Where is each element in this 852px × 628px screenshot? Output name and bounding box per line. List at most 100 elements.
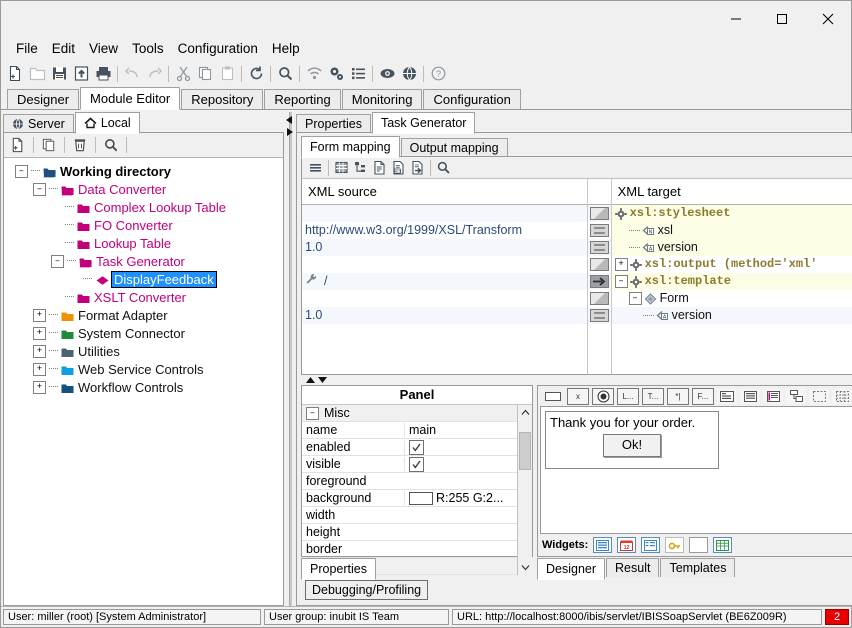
tab-reporting[interactable]: Reporting [264, 89, 340, 109]
tab-form-mapping[interactable]: Form mapping [301, 136, 400, 158]
tab-properties-bottom[interactable]: Properties [301, 558, 376, 580]
tab-server[interactable]: Server [3, 114, 74, 133]
cut-icon[interactable] [172, 63, 194, 85]
refresh-icon[interactable] [245, 63, 267, 85]
vertical-splitter[interactable] [284, 112, 296, 606]
module-tree[interactable]: –Working directory–Data ConverterComplex… [4, 158, 283, 605]
color-swatch[interactable] [409, 492, 433, 505]
status-badge[interactable]: 2 [825, 609, 849, 625]
expand-expander-icon[interactable]: + [615, 258, 628, 271]
tree-item-working-directory[interactable]: –Working directory [9, 162, 283, 180]
property-row[interactable]: width [302, 507, 517, 524]
mapping-indicator-rows[interactable] [588, 205, 611, 374]
horizontal-splitter[interactable] [301, 375, 852, 385]
xml-target-row[interactable]: Nxsl [612, 222, 852, 239]
table-widget-icon[interactable] [763, 389, 783, 404]
property-row[interactable]: visible [302, 456, 517, 473]
key-widget-icon[interactable] [665, 537, 684, 553]
debugging-profiling-button[interactable]: Debugging/Profiling [305, 580, 428, 600]
grid-layout-icon[interactable] [832, 389, 852, 404]
mapping-blank-button[interactable] [590, 258, 609, 271]
mapping-indicator-cell[interactable] [588, 290, 611, 307]
tree-item-xslt-converter[interactable]: XSLT Converter [9, 288, 283, 306]
search-icon[interactable] [100, 134, 122, 156]
textarea-widget-icon[interactable] [717, 389, 737, 404]
property-row[interactable]: foreground [302, 473, 517, 490]
mapping-lines-button[interactable] [590, 224, 609, 237]
ok-button[interactable]: Ok! [603, 434, 661, 457]
tab-configuration[interactable]: Configuration [423, 89, 520, 109]
property-row[interactable]: namemain [302, 422, 517, 439]
maximize-button[interactable] [759, 1, 805, 37]
properties-group-row[interactable]: –Misc [302, 405, 517, 422]
tree-structure-icon[interactable] [351, 158, 370, 177]
import-document-icon[interactable] [408, 158, 427, 177]
tree-item-format-adapter[interactable]: +Format Adapter [9, 306, 283, 324]
mapping-lines-button[interactable] [590, 241, 609, 254]
property-value[interactable] [404, 457, 517, 472]
expand-expander-icon[interactable]: + [33, 309, 46, 322]
table-widget-icon[interactable] [713, 537, 732, 553]
scroll-thumb[interactable] [519, 432, 531, 470]
document-icon[interactable] [370, 158, 389, 177]
xml-source-row[interactable]: 1.0 [302, 307, 587, 324]
tab-output-mapping[interactable]: Output mapping [401, 138, 508, 157]
file-widget-icon[interactable]: F... [692, 388, 714, 405]
open-folder-icon[interactable] [26, 63, 48, 85]
xml-target-row[interactable]: +xsl:output (method='xml' [612, 256, 852, 273]
delete-trash-icon[interactable] [69, 134, 91, 156]
paste-icon[interactable] [216, 63, 238, 85]
tab-result[interactable]: Result [606, 558, 659, 577]
menu-lines-icon[interactable] [306, 158, 325, 177]
xml-target-row[interactable]: Aversion [612, 239, 852, 256]
tab-module-editor[interactable]: Module Editor [80, 87, 180, 110]
tree-item-displayfeedback[interactable]: DisplayFeedback [9, 270, 283, 288]
tree-item-workflow-controls[interactable]: +Workflow Controls [9, 378, 283, 396]
textfield-widget-icon[interactable] [689, 537, 708, 553]
layout-widget-icon[interactable] [786, 389, 806, 404]
xml-target-rows[interactable]: xsl:stylesheetNxslAversion+xsl:output (m… [612, 205, 852, 374]
new-document-icon[interactable] [4, 63, 26, 85]
tree-item-web-service-controls[interactable]: +Web Service Controls [9, 360, 283, 378]
mapping-indicator-cell[interactable] [588, 307, 611, 324]
settings-gears-icon[interactable] [325, 63, 347, 85]
watch-eye-icon[interactable] [376, 63, 398, 85]
save-icon[interactable] [48, 63, 70, 85]
checkbox-widget-icon[interactable]: x [567, 388, 589, 405]
designer-canvas[interactable]: Thank you for your order. Ok! [540, 406, 852, 534]
freeform-layout-icon[interactable] [809, 389, 829, 404]
tab-monitoring[interactable]: Monitoring [342, 89, 423, 109]
mapping-blank-button[interactable] [590, 292, 609, 305]
checkbox[interactable] [409, 457, 424, 472]
xml-target-row[interactable]: xsl:stylesheet [612, 205, 852, 222]
tab-local[interactable]: Local [75, 112, 140, 134]
property-row[interactable]: backgroundR:255 G:2... [302, 490, 517, 507]
help-icon[interactable]: ? [427, 63, 449, 85]
menu-item-help[interactable]: Help [265, 39, 307, 58]
tree-item-fo-converter[interactable]: FO Converter [9, 216, 283, 234]
property-row[interactable]: enabled [302, 439, 517, 456]
scroll-up-arrow-icon[interactable] [518, 405, 533, 420]
mapping-indicator-cell[interactable] [588, 239, 611, 256]
mapping-indicator-cell[interactable] [588, 205, 611, 222]
xml-target-row[interactable]: Aversion [612, 307, 852, 324]
collapse-expander-icon[interactable]: – [629, 292, 642, 305]
property-value[interactable] [404, 440, 517, 455]
globe-icon[interactable] [398, 63, 420, 85]
xml-source-row[interactable]: 1.0 [302, 239, 587, 256]
mapping-indicator-cell[interactable] [588, 273, 611, 290]
collapse-expander-icon[interactable]: – [306, 407, 319, 420]
table-grid-icon[interactable] [332, 158, 351, 177]
tree-item-complex-lookup-table[interactable]: Complex Lookup Table [9, 198, 283, 216]
xml-source-row[interactable] [302, 205, 587, 222]
mapping-indicator-cell[interactable] [588, 222, 611, 239]
menu-item-edit[interactable]: Edit [45, 39, 82, 58]
calendar-widget-icon[interactable]: 12 [617, 537, 636, 553]
collapse-expander-icon[interactable]: – [51, 255, 64, 268]
xml-target-row[interactable]: –Form [612, 290, 852, 307]
details-widget-icon[interactable] [641, 537, 660, 553]
collapse-expander-icon[interactable]: – [615, 275, 628, 288]
tree-item-data-converter[interactable]: –Data Converter [9, 180, 283, 198]
minimize-button[interactable] [713, 1, 759, 37]
collapse-expander-icon[interactable]: – [15, 165, 28, 178]
